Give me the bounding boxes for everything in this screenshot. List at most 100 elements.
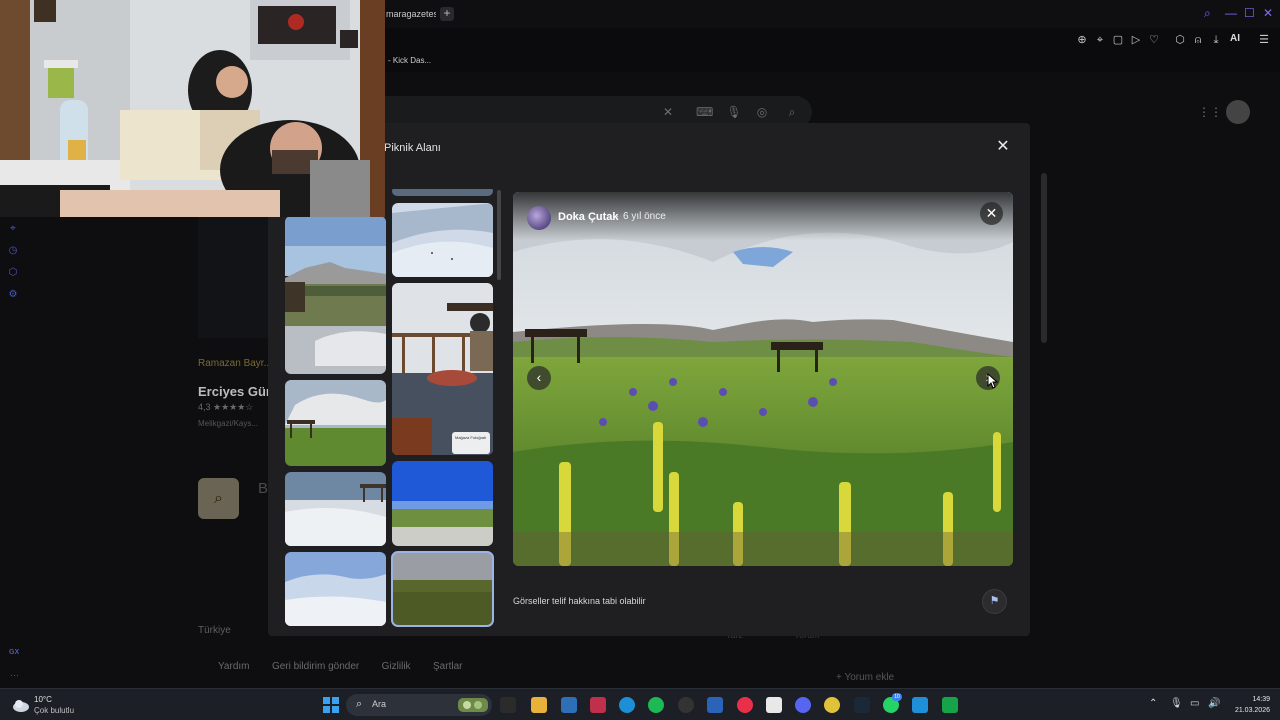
owner-label: Ramazan Bayr... <box>198 358 272 369</box>
store-icon[interactable] <box>561 697 577 713</box>
taskbar-search-label: Ara <box>372 699 387 709</box>
place-search-button[interactable]: ⌕ <box>198 478 239 519</box>
extensions-sidebar-icon[interactable]: ⬡ <box>6 266 20 280</box>
cloud-icon[interactable] <box>12 698 30 712</box>
author-name[interactable]: Doka Çutak <box>558 211 619 223</box>
author-avatar[interactable] <box>527 206 551 230</box>
avatar[interactable] <box>1226 100 1250 124</box>
notification-badge: 10 <box>892 693 902 701</box>
menu-icon[interactable]: ☰ <box>1257 33 1271 47</box>
outlook-icon[interactable] <box>707 697 723 713</box>
separator-dot: · <box>616 211 620 222</box>
photo-thumbnail[interactable] <box>285 472 386 546</box>
thumbnail-scrollbar[interactable] <box>497 190 501 280</box>
task-view-icon[interactable] <box>500 697 516 713</box>
opera-gx-icon[interactable] <box>737 697 753 713</box>
main-photo <box>513 192 1013 566</box>
webcam-overlay <box>0 0 385 217</box>
chevron-up-icon[interactable]: ⌃ <box>1149 698 1157 709</box>
copyright-notice: Görseller telif hakkına tabi olabilir <box>513 596 646 606</box>
search-highlight-icon <box>458 698 488 712</box>
camera-search-icon[interactable]: ◎ <box>754 104 770 120</box>
weather-description[interactable]: Çok bulutlu <box>34 706 74 715</box>
photo-date: 6 yıl önce <box>623 211 666 222</box>
settings-icon[interactable]: ⚙ <box>6 288 20 302</box>
github-icon[interactable] <box>678 697 694 713</box>
photo-thumbnail[interactable] <box>285 216 386 374</box>
pin-sidebar-icon[interactable]: ⌖ <box>6 222 20 236</box>
edge-icon[interactable] <box>619 697 635 713</box>
snapshot-icon[interactable]: ▢ <box>1111 33 1125 47</box>
photo-thumbnail[interactable] <box>392 283 493 455</box>
clear-search-icon[interactable]: ✕ <box>660 104 676 120</box>
taskbar-search[interactable]: ⌕ Ara <box>346 694 492 716</box>
place-rating: 4,3 ★★★★☆ <box>198 402 254 412</box>
windows-taskbar: 10°C Çok bulutlu ⌕ Ara 10 ⌃ 🎙 ▭ 🔊 14:39 … <box>0 688 1280 720</box>
windows-start-icon[interactable] <box>323 697 339 713</box>
system-clock[interactable]: 14:39 21.03.2026 <box>1226 694 1270 716</box>
partial-text: B <box>258 480 269 497</box>
extensions-icon[interactable]: ⬡ <box>1173 33 1187 47</box>
photo-thumbnail[interactable] <box>392 461 493 546</box>
steam-icon[interactable] <box>854 697 870 713</box>
footer-link-terms[interactable]: Şartlar <box>433 661 462 672</box>
footer-link-feedback[interactable]: Geri bildirim gönder <box>272 661 359 672</box>
ai-button[interactable]: AI <box>1230 33 1240 44</box>
chrome-icon[interactable] <box>824 697 840 713</box>
footer-link-privacy[interactable]: Gizlilik <box>382 661 411 672</box>
viewer-close-icon[interactable]: ✕ <box>980 202 1003 225</box>
file-explorer-icon[interactable] <box>531 697 547 713</box>
close-window-icon[interactable]: ✕ <box>1263 6 1273 20</box>
photo-thumbnail[interactable] <box>392 203 493 277</box>
android-app-icon[interactable] <box>942 697 958 713</box>
add-comment-label: Yorum ekle <box>844 672 895 683</box>
gx-label[interactable]: GX <box>9 649 19 656</box>
modal-close-icon[interactable]: ✕ <box>994 138 1012 156</box>
footer-link-help[interactable]: Yardım <box>218 661 250 672</box>
heart-icon[interactable]: ♡ <box>1147 33 1161 47</box>
photo-thumbnail-selected[interactable] <box>391 551 494 627</box>
photo-viewer <box>513 192 1013 566</box>
download-icon[interactable]: ⤓ <box>1209 33 1223 47</box>
security-app-icon[interactable] <box>590 697 606 713</box>
page-scrollbar[interactable] <box>1041 173 1047 343</box>
photos-icon[interactable] <box>912 697 928 713</box>
search-tabs-icon[interactable]: ⌕ <box>1204 6 1211 21</box>
mouse-cursor-icon <box>987 373 998 389</box>
more-icon[interactable]: ··· <box>10 670 19 680</box>
microphone-icon[interactable]: 🎙 <box>1170 698 1183 709</box>
notepad-icon[interactable] <box>766 697 782 713</box>
photo-thumbnail[interactable] <box>392 186 493 196</box>
keyboard-icon[interactable]: ⌨ <box>696 104 713 120</box>
volume-icon[interactable]: 🔊 <box>1208 698 1220 709</box>
browser-sidebar: ⌖ ◷ ⬡ ⚙ <box>6 222 24 310</box>
weather-temperature[interactable]: 10°C <box>34 695 52 704</box>
pin-icon[interactable]: ⌖ <box>1093 33 1107 47</box>
history-icon[interactable]: ◷ <box>6 244 20 258</box>
bookmark-item[interactable]: - Kick Das... <box>388 56 431 65</box>
minimize-icon[interactable]: — <box>1225 6 1237 20</box>
modal-title: Piknik Alanı <box>384 142 441 154</box>
thumbnail-badge: Mağaza Fotoğrafı <box>452 432 490 454</box>
photo-thumbnail[interactable] <box>285 630 386 636</box>
spotify-icon[interactable] <box>648 697 664 713</box>
display-icon[interactable]: ▭ <box>1190 698 1199 709</box>
photo-thumbnail[interactable] <box>285 380 386 466</box>
apps-grid-icon[interactable]: ⋮⋮ <box>1198 105 1222 119</box>
screen: maragazetes + ⌕ — ☐ ✕ ⊕ ⌖ ▢ ▷ ♡ ⬡ ⍝ ⤓ AI… <box>0 0 1280 720</box>
photo-thumbnail[interactable] <box>285 552 386 626</box>
zoom-icon[interactable]: ⊕ <box>1075 33 1089 47</box>
new-tab-button[interactable]: + <box>440 7 454 21</box>
photo-thumbnail[interactable] <box>392 630 493 636</box>
prev-photo-button[interactable]: ‹ <box>527 366 551 390</box>
account-icon[interactable]: ⍝ <box>1191 33 1205 47</box>
maximize-icon[interactable]: ☐ <box>1244 6 1255 20</box>
browser-tab[interactable]: maragazetes <box>378 3 436 25</box>
report-flag-icon[interactable]: ⚑ <box>982 589 1007 614</box>
search-icon[interactable]: ⌕ <box>784 104 800 120</box>
microphone-icon[interactable]: 🎙 <box>726 104 742 120</box>
play-icon[interactable]: ▷ <box>1129 33 1143 47</box>
discord-icon[interactable] <box>795 697 811 713</box>
add-comment-button[interactable]: + Yorum ekle <box>836 672 894 683</box>
place-address: Melikgazi/Kays... <box>198 419 259 428</box>
